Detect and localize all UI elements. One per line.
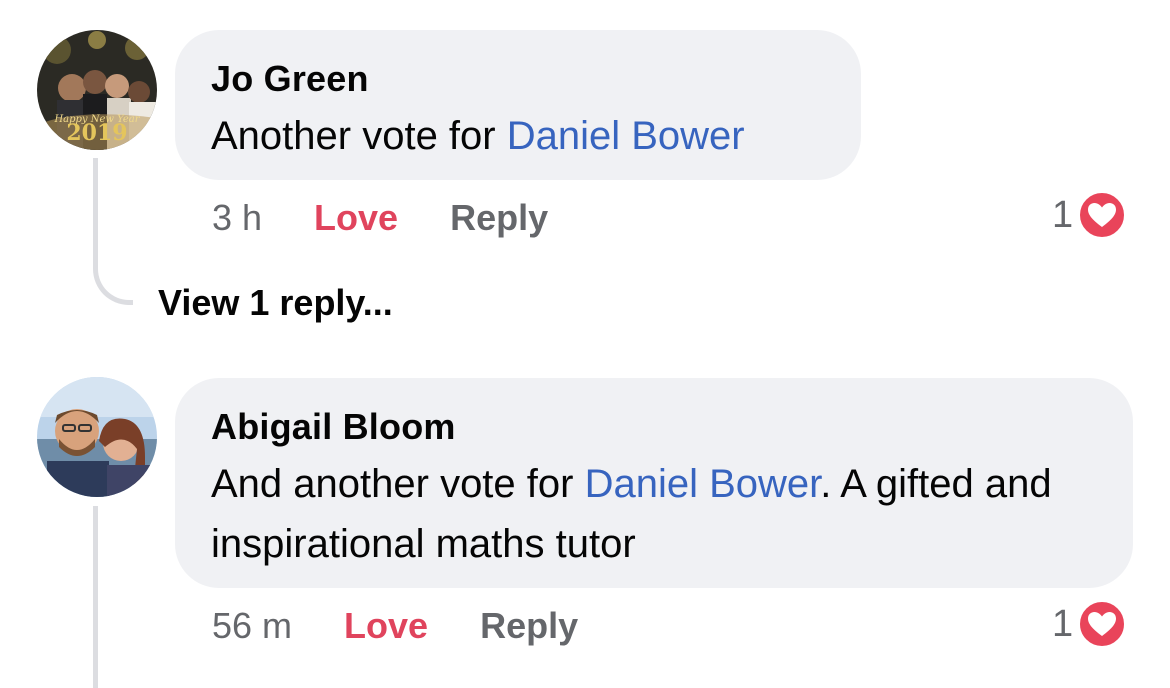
reaction-summary[interactable]: 1 xyxy=(1052,190,1127,240)
avatar-photo-couple xyxy=(37,377,157,497)
mention-link[interactable]: Daniel Bower xyxy=(507,114,745,158)
comment-timestamp[interactable]: 3 h xyxy=(212,196,262,240)
heart-icon xyxy=(1078,600,1127,648)
thread-line xyxy=(93,506,98,688)
reaction-count: 1 xyxy=(1052,602,1074,645)
comment-text-before: And another vote for xyxy=(211,462,585,506)
reaction-summary[interactable]: 1 xyxy=(1052,599,1127,649)
comment-text-before: Another vote for xyxy=(211,114,507,158)
avatar-jo-green[interactable]: 2019 Happy New Year xyxy=(37,30,157,150)
love-button[interactable]: Love xyxy=(314,196,398,240)
comment-author[interactable]: Jo Green xyxy=(211,58,825,100)
comment-text: And another vote for Daniel Bower. A gif… xyxy=(211,454,1097,574)
reaction-count: 1 xyxy=(1052,193,1074,236)
avatar-photo-party: 2019 Happy New Year xyxy=(37,30,157,150)
thread-connector xyxy=(93,250,133,305)
comment-author[interactable]: Abigail Bloom xyxy=(211,406,1097,448)
svg-text:Happy New Year: Happy New Year xyxy=(53,114,140,125)
avatar-abigail-bloom[interactable] xyxy=(37,377,157,497)
comment-text: Another vote for Daniel Bower xyxy=(211,106,825,166)
thread-line xyxy=(93,158,98,258)
reply-button[interactable]: Reply xyxy=(450,196,548,240)
comment-bubble: Abigail Bloom And another vote for Danie… xyxy=(175,378,1133,588)
reply-button[interactable]: Reply xyxy=(480,604,578,648)
comment-actions: 3 h Love Reply xyxy=(212,196,548,240)
mention-link[interactable]: Daniel Bower xyxy=(585,462,821,506)
comment-timestamp[interactable]: 56 m xyxy=(212,604,292,648)
love-button[interactable]: Love xyxy=(344,604,428,648)
heart-icon xyxy=(1078,191,1127,239)
comment-bubble: Jo Green Another vote for Daniel Bower xyxy=(175,30,861,180)
view-replies-link[interactable]: View 1 reply... xyxy=(158,282,393,324)
comment-actions: 56 m Love Reply xyxy=(212,604,578,648)
